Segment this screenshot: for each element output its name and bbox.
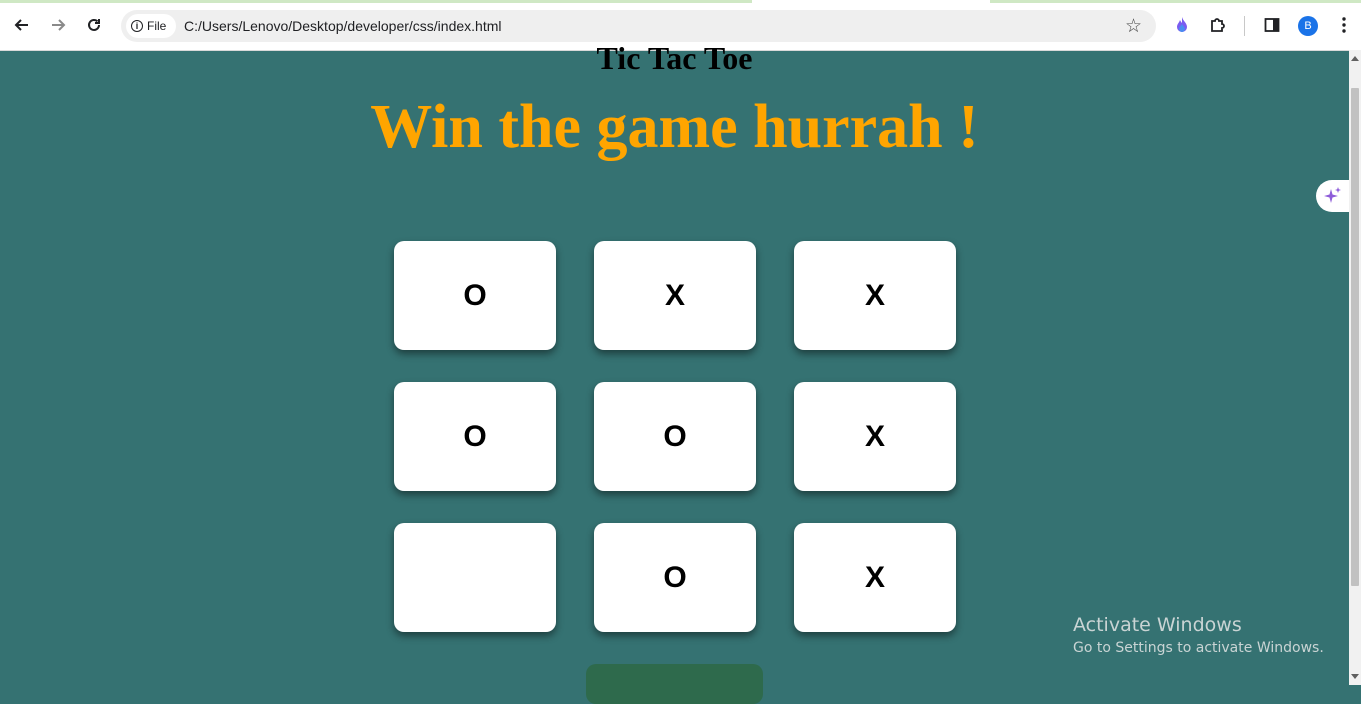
address-bar[interactable]: i File C:/Users/Lenovo/Desktop/developer… [121,10,1156,42]
reset-button[interactable] [586,664,763,704]
side-panel-icon[interactable] [1260,13,1284,37]
site-chip-label: File [147,19,167,33]
scroll-thumb[interactable] [1351,88,1359,586]
gemini-sparkle-button[interactable] [1316,180,1349,212]
board-cell-9[interactable]: X [794,523,956,632]
back-button[interactable] [10,13,34,37]
activate-windows-subtitle: Go to Settings to activate Windows. [1073,640,1324,656]
board-cell-1[interactable]: O [394,241,556,350]
extension-flame-icon[interactable] [1170,13,1194,37]
board-cell-4[interactable]: O [394,382,556,491]
board-cell-5[interactable]: O [594,382,756,491]
reload-button[interactable] [82,13,106,37]
board-cell-3[interactable]: X [794,241,956,350]
win-message: Win the game hurrah ! [370,93,979,161]
tab-strip-accent [0,0,752,3]
bookmark-star-icon[interactable]: ☆ [1125,15,1142,38]
game-title: Tic Tac Toe [596,40,753,76]
scroll-up-arrow-icon[interactable] [1351,56,1359,61]
menu-kebab-icon[interactable] [1332,13,1356,37]
tab-strip-accent-right [990,0,1361,3]
board-cell-8[interactable]: O [594,523,756,632]
board-cell-7[interactable] [394,523,556,632]
sparkle-icon [1323,187,1341,203]
forward-button[interactable] [46,13,70,37]
scroll-down-arrow-icon[interactable] [1351,674,1359,679]
url-text[interactable]: C:/Users/Lenovo/Desktop/developer/css/in… [184,18,501,34]
game-board: O X X O O X O X [394,241,956,632]
profile-avatar[interactable]: B [1298,16,1318,36]
page-scrollbar[interactable] [1349,50,1361,685]
board-cell-2[interactable]: X [594,241,756,350]
board-cell-6[interactable]: X [794,382,956,491]
reload-icon [88,18,100,31]
toolbar-divider [1244,16,1245,36]
activate-windows-title: Activate Windows [1073,614,1242,636]
site-info-chip[interactable]: i File [126,14,176,38]
arrow-left-icon [14,19,28,31]
extensions-puzzle-icon[interactable] [1206,13,1230,37]
arrow-right-icon [52,19,66,31]
info-icon: i [131,20,143,32]
